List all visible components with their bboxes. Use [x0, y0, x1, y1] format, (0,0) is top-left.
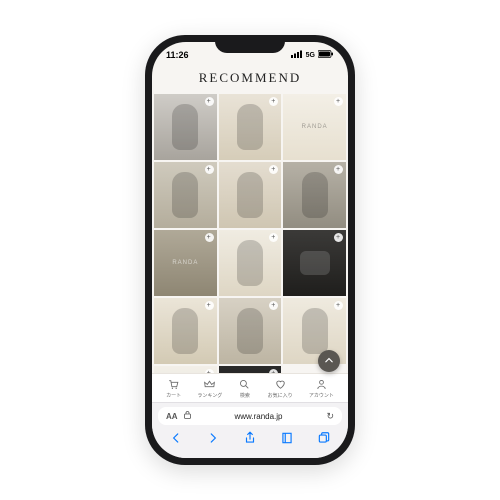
heart-icon — [274, 378, 287, 391]
crown-icon — [203, 378, 216, 391]
add-icon[interactable]: + — [269, 165, 278, 174]
bookmarks-button[interactable] — [280, 431, 294, 450]
product-tile[interactable]: + — [154, 298, 217, 364]
tab-label: アカウント — [309, 392, 334, 399]
add-icon[interactable]: + — [334, 97, 343, 106]
share-button[interactable] — [243, 431, 257, 450]
status-right: 5G — [291, 50, 334, 60]
safari-nav — [158, 425, 342, 450]
product-tile[interactable]: + — [154, 366, 217, 373]
reload-icon[interactable]: ↻ — [326, 411, 334, 422]
product-tile[interactable]: + — [219, 230, 282, 296]
add-icon[interactable]: + — [334, 165, 343, 174]
network-label: 5G — [306, 52, 315, 59]
phone-frame: 11:26 5G RECOMMEND + + RANDA + + + + RAND… — [145, 35, 355, 465]
add-icon[interactable]: + — [205, 233, 214, 242]
font-size-button[interactable]: AA — [166, 412, 178, 421]
add-icon[interactable]: + — [205, 369, 214, 373]
url-bar[interactable]: AA www.randa.jp ↻ — [158, 407, 342, 425]
tab-label: ランキング — [197, 392, 222, 399]
product-tile[interactable]: + — [219, 366, 282, 373]
add-icon[interactable]: + — [269, 301, 278, 310]
product-tile[interactable]: + — [283, 162, 346, 228]
status-time: 11:26 — [166, 50, 189, 60]
product-tile[interactable]: + — [219, 298, 282, 364]
add-icon[interactable]: + — [205, 301, 214, 310]
product-tile[interactable]: RANDA + — [283, 94, 346, 160]
tab-label: 検索 — [240, 392, 250, 399]
tab-favorite[interactable]: お気に入り — [268, 378, 293, 399]
product-tile[interactable]: + — [283, 230, 346, 296]
cart-icon — [167, 378, 180, 391]
product-tile[interactable]: + — [154, 162, 217, 228]
back-button[interactable] — [169, 431, 183, 450]
search-icon — [238, 378, 251, 391]
lock-icon — [184, 411, 191, 421]
tab-label: カート — [166, 392, 181, 399]
product-tile[interactable]: + — [219, 94, 282, 160]
scroll-top-button[interactable] — [318, 350, 340, 372]
add-icon[interactable]: + — [205, 97, 214, 106]
product-tile[interactable]: + — [154, 94, 217, 160]
add-icon[interactable]: + — [334, 233, 343, 242]
brand-overlay: RANDA — [172, 260, 198, 266]
safari-chrome: AA www.randa.jp ↻ — [152, 402, 348, 458]
app-tab-bar: カート ランキング 検索 お気に入り アカウント — [152, 373, 348, 402]
add-icon[interactable]: + — [334, 301, 343, 310]
brand-overlay: RANDA — [302, 124, 328, 130]
product-tile[interactable]: + — [219, 162, 282, 228]
page-title: RECOMMEND — [152, 64, 348, 94]
battery-icon — [318, 50, 334, 60]
tab-search[interactable]: 検索 — [238, 378, 251, 399]
notch — [215, 35, 285, 53]
recommend-grid[interactable]: + + RANDA + + + + RANDA + + + + + + + + — [152, 94, 348, 373]
tab-cart[interactable]: カート — [166, 378, 181, 399]
add-icon[interactable]: + — [205, 165, 214, 174]
tabs-button[interactable] — [317, 431, 331, 450]
signal-icon — [291, 50, 303, 60]
url-text: www.randa.jp — [197, 412, 321, 421]
tab-label: お気に入り — [268, 392, 293, 399]
screen: 11:26 5G RECOMMEND + + RANDA + + + + RAND… — [152, 42, 348, 458]
product-tile[interactable]: RANDA + — [154, 230, 217, 296]
add-icon[interactable]: + — [269, 233, 278, 242]
add-icon[interactable]: + — [269, 369, 278, 373]
tab-ranking[interactable]: ランキング — [197, 378, 222, 399]
tab-account[interactable]: アカウント — [309, 378, 334, 399]
add-icon[interactable]: + — [269, 97, 278, 106]
forward-button[interactable] — [206, 431, 220, 450]
user-icon — [315, 378, 328, 391]
